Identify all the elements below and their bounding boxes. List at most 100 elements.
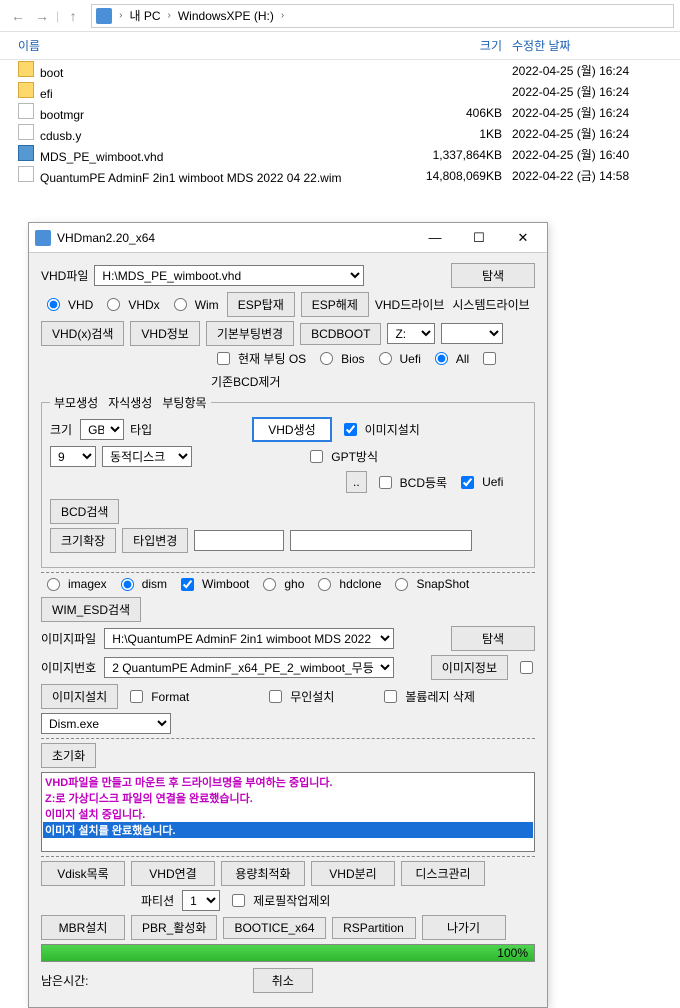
chevron-icon: › [116,10,125,21]
cur-boot-os-check[interactable] [217,352,230,365]
rm-bcd-check[interactable] [483,352,496,365]
col-date[interactable]: 수정한 날짜 [512,37,662,54]
bootice-button[interactable]: BOOTICE_x64 [223,917,325,939]
size-unit-select[interactable]: GB [80,419,124,440]
dism-radio[interactable] [121,578,134,591]
image-info-button[interactable]: 이미지정보 [431,655,508,680]
disk-type-select[interactable]: 동적디스크 [102,446,192,467]
vhd-search-button[interactable]: VHD(x)검색 [41,321,124,346]
field1[interactable] [194,530,284,551]
wim-icon [18,166,34,182]
size-value-select[interactable]: 9 [50,446,96,467]
image-no-label: 이미지번호 [41,659,96,676]
file-row[interactable]: boot2022-04-25 (월) 16:24 [0,60,680,81]
cap-opt-button[interactable]: 용량최적화 [221,861,305,886]
window-title: VHDman2.20_x64 [57,231,413,245]
image-no-select[interactable]: 2 QuantumPE AdminF_x64_PE_2_wimboot_무등산 [104,657,394,678]
all-radio[interactable] [435,352,448,365]
image-file-select[interactable]: H:\QuantumPE AdminF 2in1 wimboot MDS 202… [104,628,394,649]
vhd-detach-button[interactable]: VHD분리 [311,861,395,886]
vhd-info-button[interactable]: VHD정보 [130,321,199,346]
image-install-button[interactable]: 이미지설치 [41,684,118,709]
sys-drive-select[interactable] [441,323,503,344]
file-row[interactable]: cdusb.y 1KB2022-04-25 (월) 16:24 [0,123,680,144]
file-name: efi [40,87,53,101]
wim-esd-search-button[interactable]: WIM_ESD검색 [41,597,141,622]
rspartition-button[interactable]: RSPartition [332,917,416,939]
file-date: 2022-04-25 (월) 16:24 [512,125,662,142]
vhd-file-select[interactable]: H:\MDS_PE_wimboot.vhd [94,265,364,286]
file-name: bootmgr [40,108,84,122]
vdisk-list-button[interactable]: Vdisk목록 [41,861,125,886]
vhd-drive-select[interactable]: Z: [387,323,435,344]
bios-radio[interactable] [320,352,333,365]
zerofill-check[interactable] [232,894,245,907]
vhd-radio[interactable] [47,298,60,311]
nav-forward[interactable]: → [30,4,54,28]
crumb-pc[interactable]: 내 PC [125,7,164,24]
bcdboot-button[interactable]: BCDBOOT [300,323,381,345]
base-boot-button[interactable]: 기본부팅변경 [206,321,294,346]
col-size[interactable]: 크기 [412,37,512,54]
disk-mgmt-button[interactable]: 디스크관리 [401,861,485,886]
breadcrumb[interactable]: › 내 PC › WindowsXPE (H:) › [91,4,674,28]
maximize-button[interactable]: ☐ [457,224,501,252]
partition-label: 파티션 [141,892,174,909]
bcd-search-button[interactable]: BCD검색 [50,499,119,524]
file-row[interactable]: QuantumPE AdminF 2in1 wimboot MDS 2022 0… [0,165,680,186]
img-install-check[interactable] [344,423,357,436]
divider [41,738,535,739]
file-row[interactable]: bootmgr406KB2022-04-25 (월) 16:24 [0,102,680,123]
size-expand-button[interactable]: 크기확장 [50,528,116,553]
esp-mount-button[interactable]: ESP탑재 [227,292,295,317]
vhdx-radio[interactable] [107,298,120,311]
format-check[interactable] [130,690,143,703]
file-name: cdusb.y [40,129,81,143]
col-name[interactable]: 이름 [18,37,412,54]
image-info-check[interactable] [520,661,533,674]
esp-unmount-button[interactable]: ESP해제 [301,292,369,317]
file-icon [18,124,34,140]
chevron-icon: › [278,10,287,21]
exit-button[interactable]: 나가기 [422,915,506,940]
file-row[interactable]: MDS_PE_wimboot.vhd1,337,864KB2022-04-25 … [0,144,680,165]
cancel-button[interactable]: 취소 [253,968,313,993]
folder-icon [18,82,34,98]
close-button[interactable]: ✕ [501,224,545,252]
uefi2-check[interactable] [461,476,474,489]
pbr-active-button[interactable]: PBR_활성화 [131,915,217,940]
file-name: QuantumPE AdminF 2in1 wimboot MDS 2022 0… [40,171,341,185]
uefi-radio[interactable] [379,352,392,365]
snapshot-radio[interactable] [395,578,408,591]
nav-back[interactable]: ← [6,4,30,28]
image-browse-button[interactable]: 탐색 [451,626,535,651]
vhdman-window: VHDman2.20_x64 — ☐ ✕ VHD파일 H:\MDS_PE_wim… [28,222,548,1008]
vhd-gen-button[interactable]: VHD생성 [252,417,331,442]
progress-bar: 100% [41,944,535,962]
bcd-reg-check[interactable] [379,476,392,489]
reset-button[interactable]: 초기화 [41,743,96,768]
partition-select[interactable]: 1 [182,890,220,911]
clear-volflag-check[interactable] [384,690,397,703]
field2[interactable] [290,530,472,551]
gpt-check[interactable] [310,450,323,463]
gho-radio[interactable] [263,578,276,591]
crumb-drive[interactable]: WindowsXPE (H:) [174,9,278,23]
unattend-check[interactable] [269,690,282,703]
app-icon [35,230,51,246]
mbr-install-button[interactable]: MBR설치 [41,915,125,940]
dism-exe-select[interactable]: Dism.exe [41,713,171,734]
file-row[interactable]: efi2022-04-25 (월) 16:24 [0,81,680,102]
file-size: 1KB [412,127,512,141]
wim-radio[interactable] [174,298,187,311]
minimize-button[interactable]: — [413,224,457,252]
browse-button[interactable]: 탐색 [451,263,535,288]
nav-up[interactable]: ↑ [61,4,85,28]
hdclone-radio[interactable] [318,578,331,591]
imagex-radio[interactable] [47,578,60,591]
dotdot-button[interactable]: .. [346,471,367,493]
vhd-attach-button[interactable]: VHD연결 [131,861,215,886]
wimboot-check[interactable] [181,578,194,591]
type-change-button[interactable]: 타입변경 [122,528,188,553]
file-name: boot [40,66,63,80]
